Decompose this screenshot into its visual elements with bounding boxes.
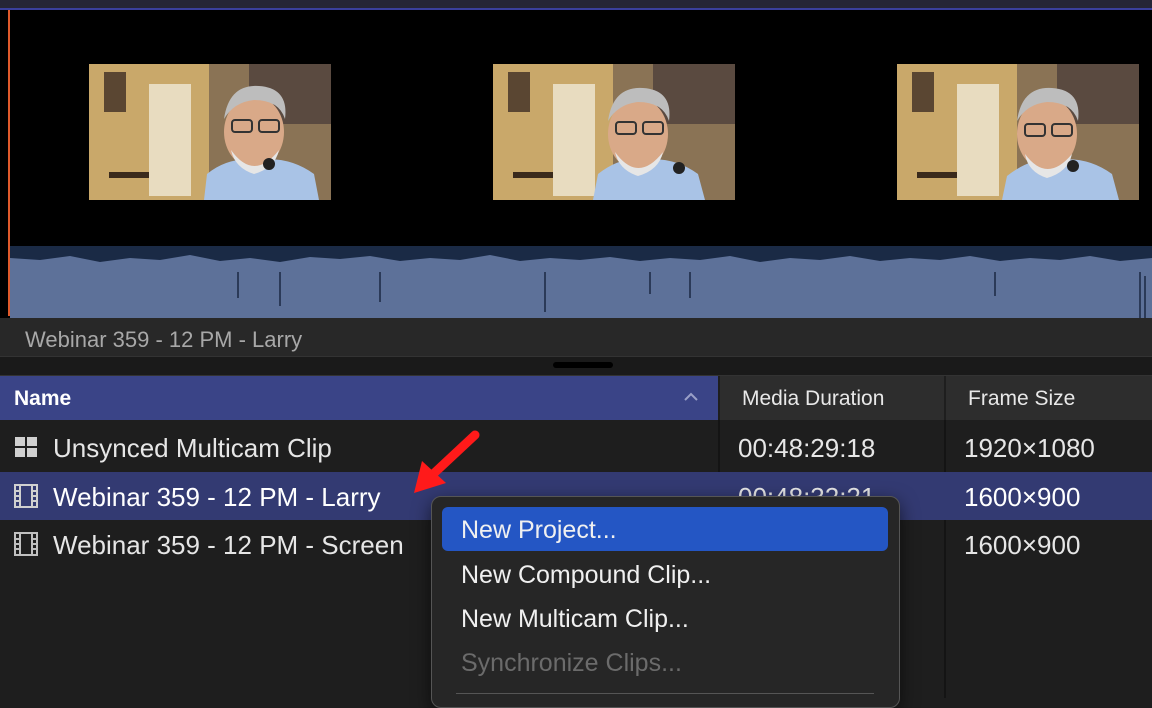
sort-ascending-icon[interactable] — [682, 388, 700, 406]
viewer-top-border — [0, 0, 1152, 10]
clip-filmstrip[interactable] — [0, 10, 1152, 318]
column-header-frame-size[interactable]: Frame Size — [946, 376, 1152, 420]
video-thumbnail — [897, 64, 1139, 200]
playhead[interactable] — [8, 10, 10, 316]
clip-title: Webinar 359 - 12 PM - Larry — [25, 327, 303, 352]
multicam-icon — [15, 437, 37, 457]
column-header-media-duration-label: Media Duration — [742, 387, 885, 410]
context-menu: New Project... New Compound Clip... New … — [431, 496, 900, 708]
video-thumbnail — [89, 64, 331, 200]
clip-frame-size: 1600×900 — [964, 530, 1081, 560]
clip-name: Unsynced Multicam Clip — [53, 433, 332, 463]
menu-item-label: New Multicam Clip... — [461, 605, 689, 633]
menu-item-synchronize-clips: Synchronize Clips... — [442, 640, 888, 684]
clip-frame-size: 1920×1080 — [964, 433, 1095, 463]
film-icon — [14, 484, 38, 508]
film-icon — [14, 532, 38, 556]
menu-item-new-project[interactable]: New Project... — [442, 507, 888, 551]
clip-name: Webinar 359 - 12 PM - Screen — [53, 530, 404, 560]
audio-waveform — [10, 246, 1152, 318]
pane-divider[interactable] — [0, 356, 1152, 376]
divider-grip[interactable] — [553, 362, 613, 368]
menu-item-new-multicam-clip[interactable]: New Multicam Clip... — [442, 596, 888, 640]
clip-title-bar: Webinar 359 - 12 PM - Larry — [0, 318, 1152, 356]
column-header-name[interactable]: Name — [0, 376, 718, 420]
table-row[interactable]: Unsynced Multicam Clip 00:48:29:18 1920×… — [0, 423, 1152, 471]
video-thumbnail — [493, 64, 735, 200]
column-header-media-duration[interactable]: Media Duration — [720, 376, 944, 420]
clip-name: Webinar 359 - 12 PM - Larry — [53, 482, 381, 512]
menu-item-label: New Compound Clip... — [461, 561, 712, 589]
menu-item-label: New Project... — [461, 516, 617, 544]
menu-item-new-compound-clip[interactable]: New Compound Clip... — [442, 552, 888, 596]
clip-frame-size: 1600×900 — [964, 482, 1081, 512]
clip-duration: 00:48:29:18 — [738, 433, 876, 463]
column-header-frame-size-label: Frame Size — [968, 387, 1076, 410]
menu-item-label: Synchronize Clips... — [461, 649, 682, 677]
column-header-name-label: Name — [14, 387, 72, 410]
menu-separator — [456, 693, 874, 694]
annotation-arrow-icon — [414, 430, 480, 493]
